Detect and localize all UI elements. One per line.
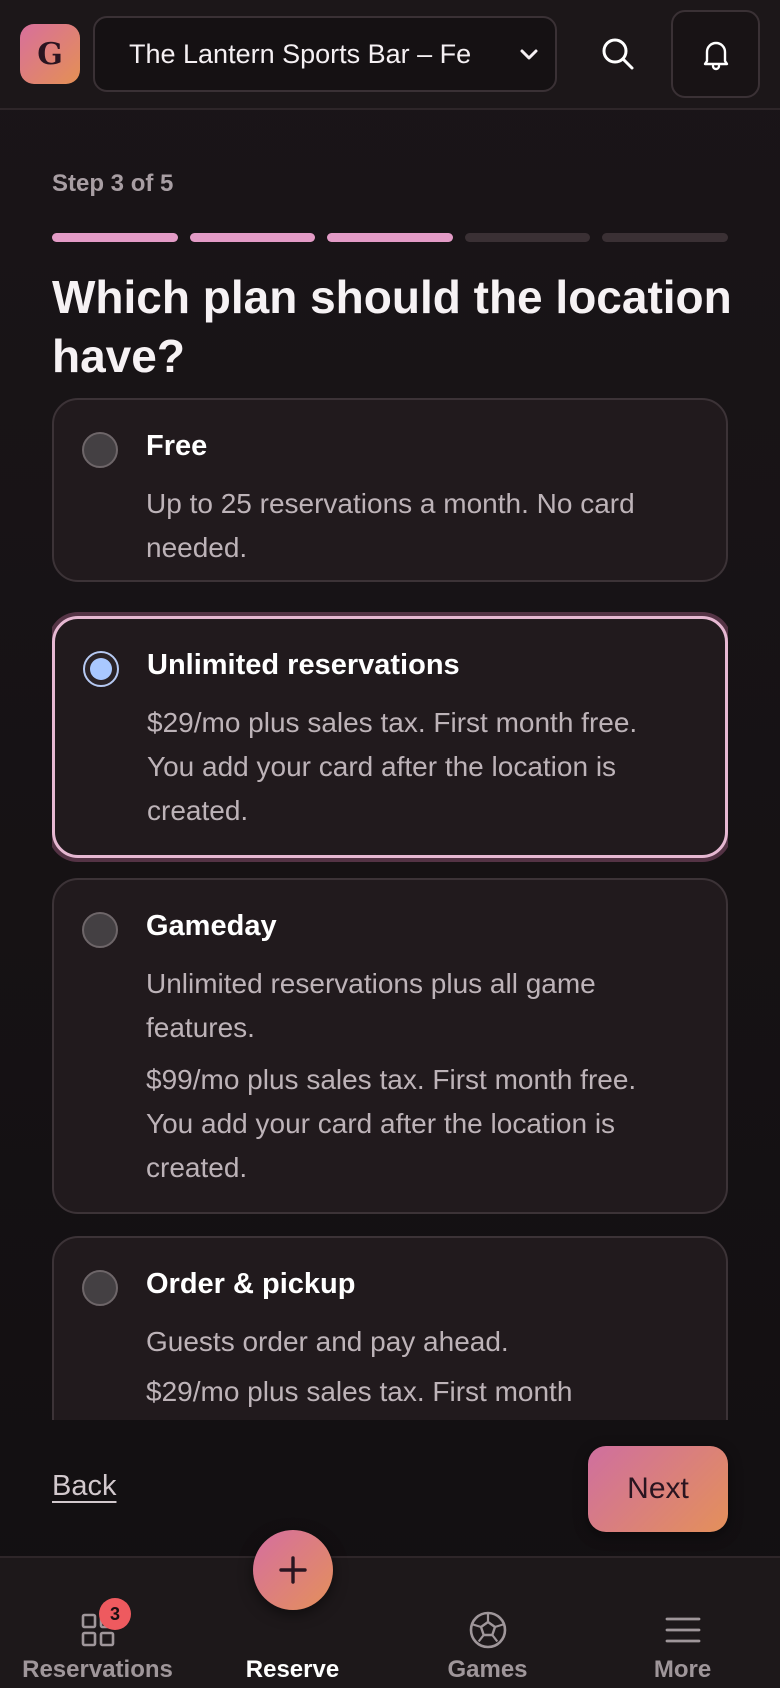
plan-title: Free	[146, 430, 208, 462]
nav-reserve[interactable]: Reserve	[195, 1530, 390, 1688]
plan-price-description: $99/mo plus sales tax. First month free.…	[146, 1064, 637, 1183]
reserve-fab-button[interactable]	[252, 1530, 333, 1610]
plan-option-order-pickup[interactable]: Order & pickup Guests order and pay ahea…	[52, 1236, 728, 1420]
radio-button[interactable]	[82, 1270, 118, 1306]
nav-reservations[interactable]: 3 Reservations	[0, 1558, 195, 1688]
nav-label: Games	[447, 1656, 528, 1683]
search-button[interactable]	[590, 26, 646, 82]
chevron-down-icon	[520, 49, 538, 60]
page-title: Which plan should the location have?	[52, 271, 732, 382]
progress-segment-pending	[602, 233, 728, 242]
radio-button[interactable]	[82, 912, 118, 948]
back-link[interactable]: Back	[52, 1470, 116, 1503]
plan-description: Up to 25 reservations a month. No card n…	[146, 488, 635, 563]
search-icon	[602, 38, 634, 70]
plan-title: Order & pickup	[146, 1268, 356, 1300]
app-root: G The Lantern Sports Bar – Fe Step 3 of …	[0, 0, 780, 1688]
next-button[interactable]: Next	[588, 1446, 728, 1532]
radio-button-selected[interactable]	[83, 651, 119, 687]
radio-button[interactable]	[82, 432, 118, 468]
plus-icon	[278, 1556, 307, 1584]
progress-segment-complete	[189, 233, 316, 242]
plan-option-unlimited-reservations[interactable]: Unlimited reservations $29/mo plus sales…	[52, 616, 728, 858]
plan-price-description: $29/mo plus sales tax. First month	[146, 1376, 573, 1407]
plan-title: Unlimited reservations	[147, 649, 460, 681]
nav-label: Reservations	[22, 1656, 173, 1683]
plan-description: Guests order and pay ahead.	[146, 1326, 509, 1357]
app-logo[interactable]: G	[20, 24, 80, 84]
nav-more[interactable]: More	[585, 1558, 780, 1688]
plan-title: Gameday	[146, 910, 277, 942]
notification-count-badge: 3	[99, 1598, 131, 1630]
plan-option-gameday[interactable]: Gameday Unlimited reservations plus all …	[52, 878, 728, 1214]
plan-option-free[interactable]: Free Up to 25 reservations a month. No c…	[52, 398, 728, 582]
venue-selector-value: The Lantern Sports Bar – Fe	[129, 38, 472, 69]
plan-description: Unlimited reservations plus all game fea…	[146, 968, 596, 1043]
bottom-navigation: 3 Reservations Reserve Games More	[0, 1530, 780, 1688]
step-progress-bar	[52, 233, 728, 242]
soccer-ball-icon	[469, 1611, 506, 1649]
notifications-button[interactable]	[671, 10, 760, 98]
progress-segment-complete	[327, 233, 453, 242]
step-indicator-label: Step 3 of 5	[52, 170, 174, 197]
bell-icon	[703, 41, 728, 71]
nav-label: Reserve	[245, 1656, 340, 1683]
nav-games[interactable]: Games	[390, 1558, 585, 1688]
hamburger-menu-icon	[665, 1617, 700, 1643]
progress-segment-pending	[464, 233, 591, 242]
top-header: G The Lantern Sports Bar – Fe	[0, 0, 780, 110]
venue-selector[interactable]: The Lantern Sports Bar – Fe	[93, 16, 557, 92]
progress-segment-complete	[52, 233, 178, 242]
plan-options-list: Free Up to 25 reservations a month. No c…	[52, 398, 728, 1420]
plan-description: $29/mo plus sales tax. First month free.…	[147, 707, 638, 826]
nav-label: More	[653, 1656, 712, 1683]
